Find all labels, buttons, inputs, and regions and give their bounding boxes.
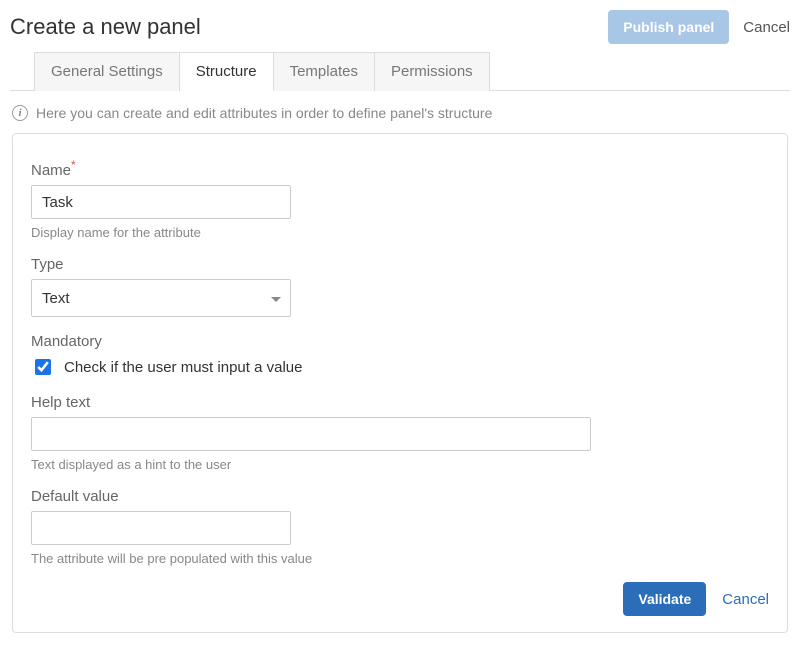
info-icon: i (12, 105, 28, 121)
help-text-input[interactable] (31, 417, 591, 451)
field-name: Name* Display name for the attribute (31, 158, 769, 240)
default-value-helper: The attribute will be pre populated with… (31, 551, 769, 566)
validate-button[interactable]: Validate (623, 582, 706, 616)
tab-templates[interactable]: Templates (274, 52, 375, 91)
intro-row: i Here you can create and edit attribute… (10, 91, 790, 133)
header-actions: Publish panel Cancel (608, 10, 790, 44)
attribute-form: Name* Display name for the attribute Typ… (12, 133, 788, 633)
tab-permissions[interactable]: Permissions (375, 52, 490, 91)
page-title: Create a new panel (10, 14, 201, 40)
mandatory-checkbox-label: Check if the user must input a value (64, 359, 302, 376)
tab-general-settings[interactable]: General Settings (34, 52, 180, 91)
type-label: Type (31, 256, 769, 273)
field-type: Type (31, 256, 769, 317)
help-text-label: Help text (31, 394, 769, 411)
tabs-bar: General Settings Structure Templates Per… (10, 52, 790, 91)
intro-text: Here you can create and edit attributes … (36, 105, 492, 121)
name-input[interactable] (31, 185, 291, 219)
type-select[interactable] (31, 279, 291, 317)
mandatory-row: Check if the user must input a value (31, 356, 769, 378)
form-footer: Validate Cancel (31, 582, 769, 616)
mandatory-label: Mandatory (31, 333, 769, 350)
name-label: Name* (31, 158, 769, 179)
header-cancel-link[interactable]: Cancel (743, 19, 790, 36)
default-value-input[interactable] (31, 511, 291, 545)
default-value-label: Default value (31, 488, 769, 505)
tabs: General Settings Structure Templates Per… (34, 52, 790, 90)
page-header: Create a new panel Publish panel Cancel (10, 10, 790, 52)
type-select-wrap (31, 279, 291, 317)
field-default-value: Default value The attribute will be pre … (31, 488, 769, 566)
form-cancel-link[interactable]: Cancel (722, 591, 769, 608)
field-mandatory: Mandatory Check if the user must input a… (31, 333, 769, 378)
required-marker: * (71, 158, 76, 172)
tab-structure[interactable]: Structure (180, 52, 274, 91)
mandatory-checkbox[interactable] (35, 359, 51, 375)
publish-panel-button[interactable]: Publish panel (608, 10, 729, 44)
field-help-text: Help text Text displayed as a hint to th… (31, 394, 769, 472)
help-text-helper: Text displayed as a hint to the user (31, 457, 769, 472)
name-helper: Display name for the attribute (31, 225, 769, 240)
